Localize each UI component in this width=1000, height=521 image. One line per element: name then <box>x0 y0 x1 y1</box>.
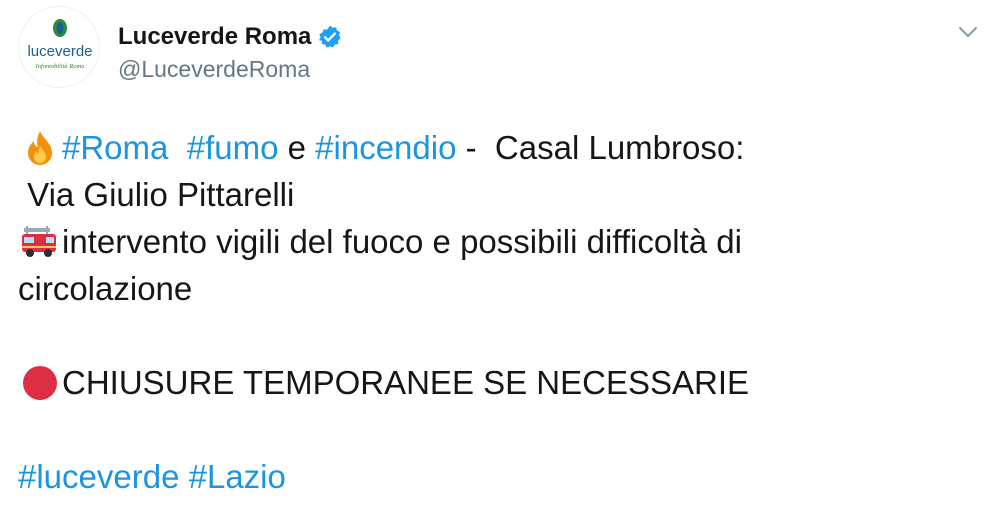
line-break-spacer <box>18 312 978 359</box>
tweet-text-segment: e <box>278 129 316 166</box>
tweet-card: luceverde Infomobilità Roma Luceverde Ro… <box>0 0 1000 521</box>
author-handle[interactable]: @LuceverdeRoma <box>118 58 310 81</box>
author-name-row: Luceverde Roma <box>118 24 343 50</box>
tweet-line-2: Via Giulio Pittarelli <box>18 176 295 213</box>
hashtag-lazio[interactable]: #Lazio <box>189 453 286 500</box>
avatar[interactable]: luceverde Infomobilità Roma <box>18 6 100 88</box>
hashtag-incendio[interactable]: #incendio <box>315 124 456 171</box>
tweet-text-segment: CHIUSURE TEMPORANEE SE NECESSARIE <box>62 364 750 401</box>
chevron-down-icon[interactable] <box>956 20 980 44</box>
verified-badge-icon <box>317 24 343 50</box>
red-circle-emoji-icon <box>18 363 62 403</box>
tweet-text-segment: intervento vigili del fuoco e possibili … <box>62 223 742 260</box>
author-display-name[interactable]: Luceverde Roma <box>118 25 311 49</box>
fire-engine-emoji-icon <box>18 222 62 262</box>
tweet-line-1: #Roma #fumo e #incendio - Casal Lumbroso… <box>18 124 978 171</box>
tweet-line-5: CHIUSURE TEMPORANEE SE NECESSARIE <box>18 359 978 406</box>
avatar-logo-text: luceverde <box>27 43 92 60</box>
hashtag-roma[interactable]: #Roma <box>62 124 168 171</box>
spacer-text <box>168 124 186 171</box>
spacer-text <box>179 453 188 500</box>
tweet-line-4: circolazione <box>18 270 193 307</box>
fire-emoji-icon <box>18 128 62 168</box>
line-break-spacer <box>18 406 978 453</box>
tweet-text: #Roma #fumo e #incendio - Casal Lumbroso… <box>18 124 978 500</box>
hashtag-luceverde[interactable]: #luceverde <box>18 453 179 500</box>
hashtag-fumo[interactable]: #fumo <box>187 124 279 171</box>
tweet-line-3: intervento vigili del fuoco e possibili … <box>18 218 978 265</box>
tweet-text-segment: - Casal Lumbroso: <box>456 129 745 166</box>
tweet-line-6: #luceverde #Lazio <box>18 453 978 500</box>
avatar-logo-subtext: Infomobilità Roma <box>35 63 85 70</box>
